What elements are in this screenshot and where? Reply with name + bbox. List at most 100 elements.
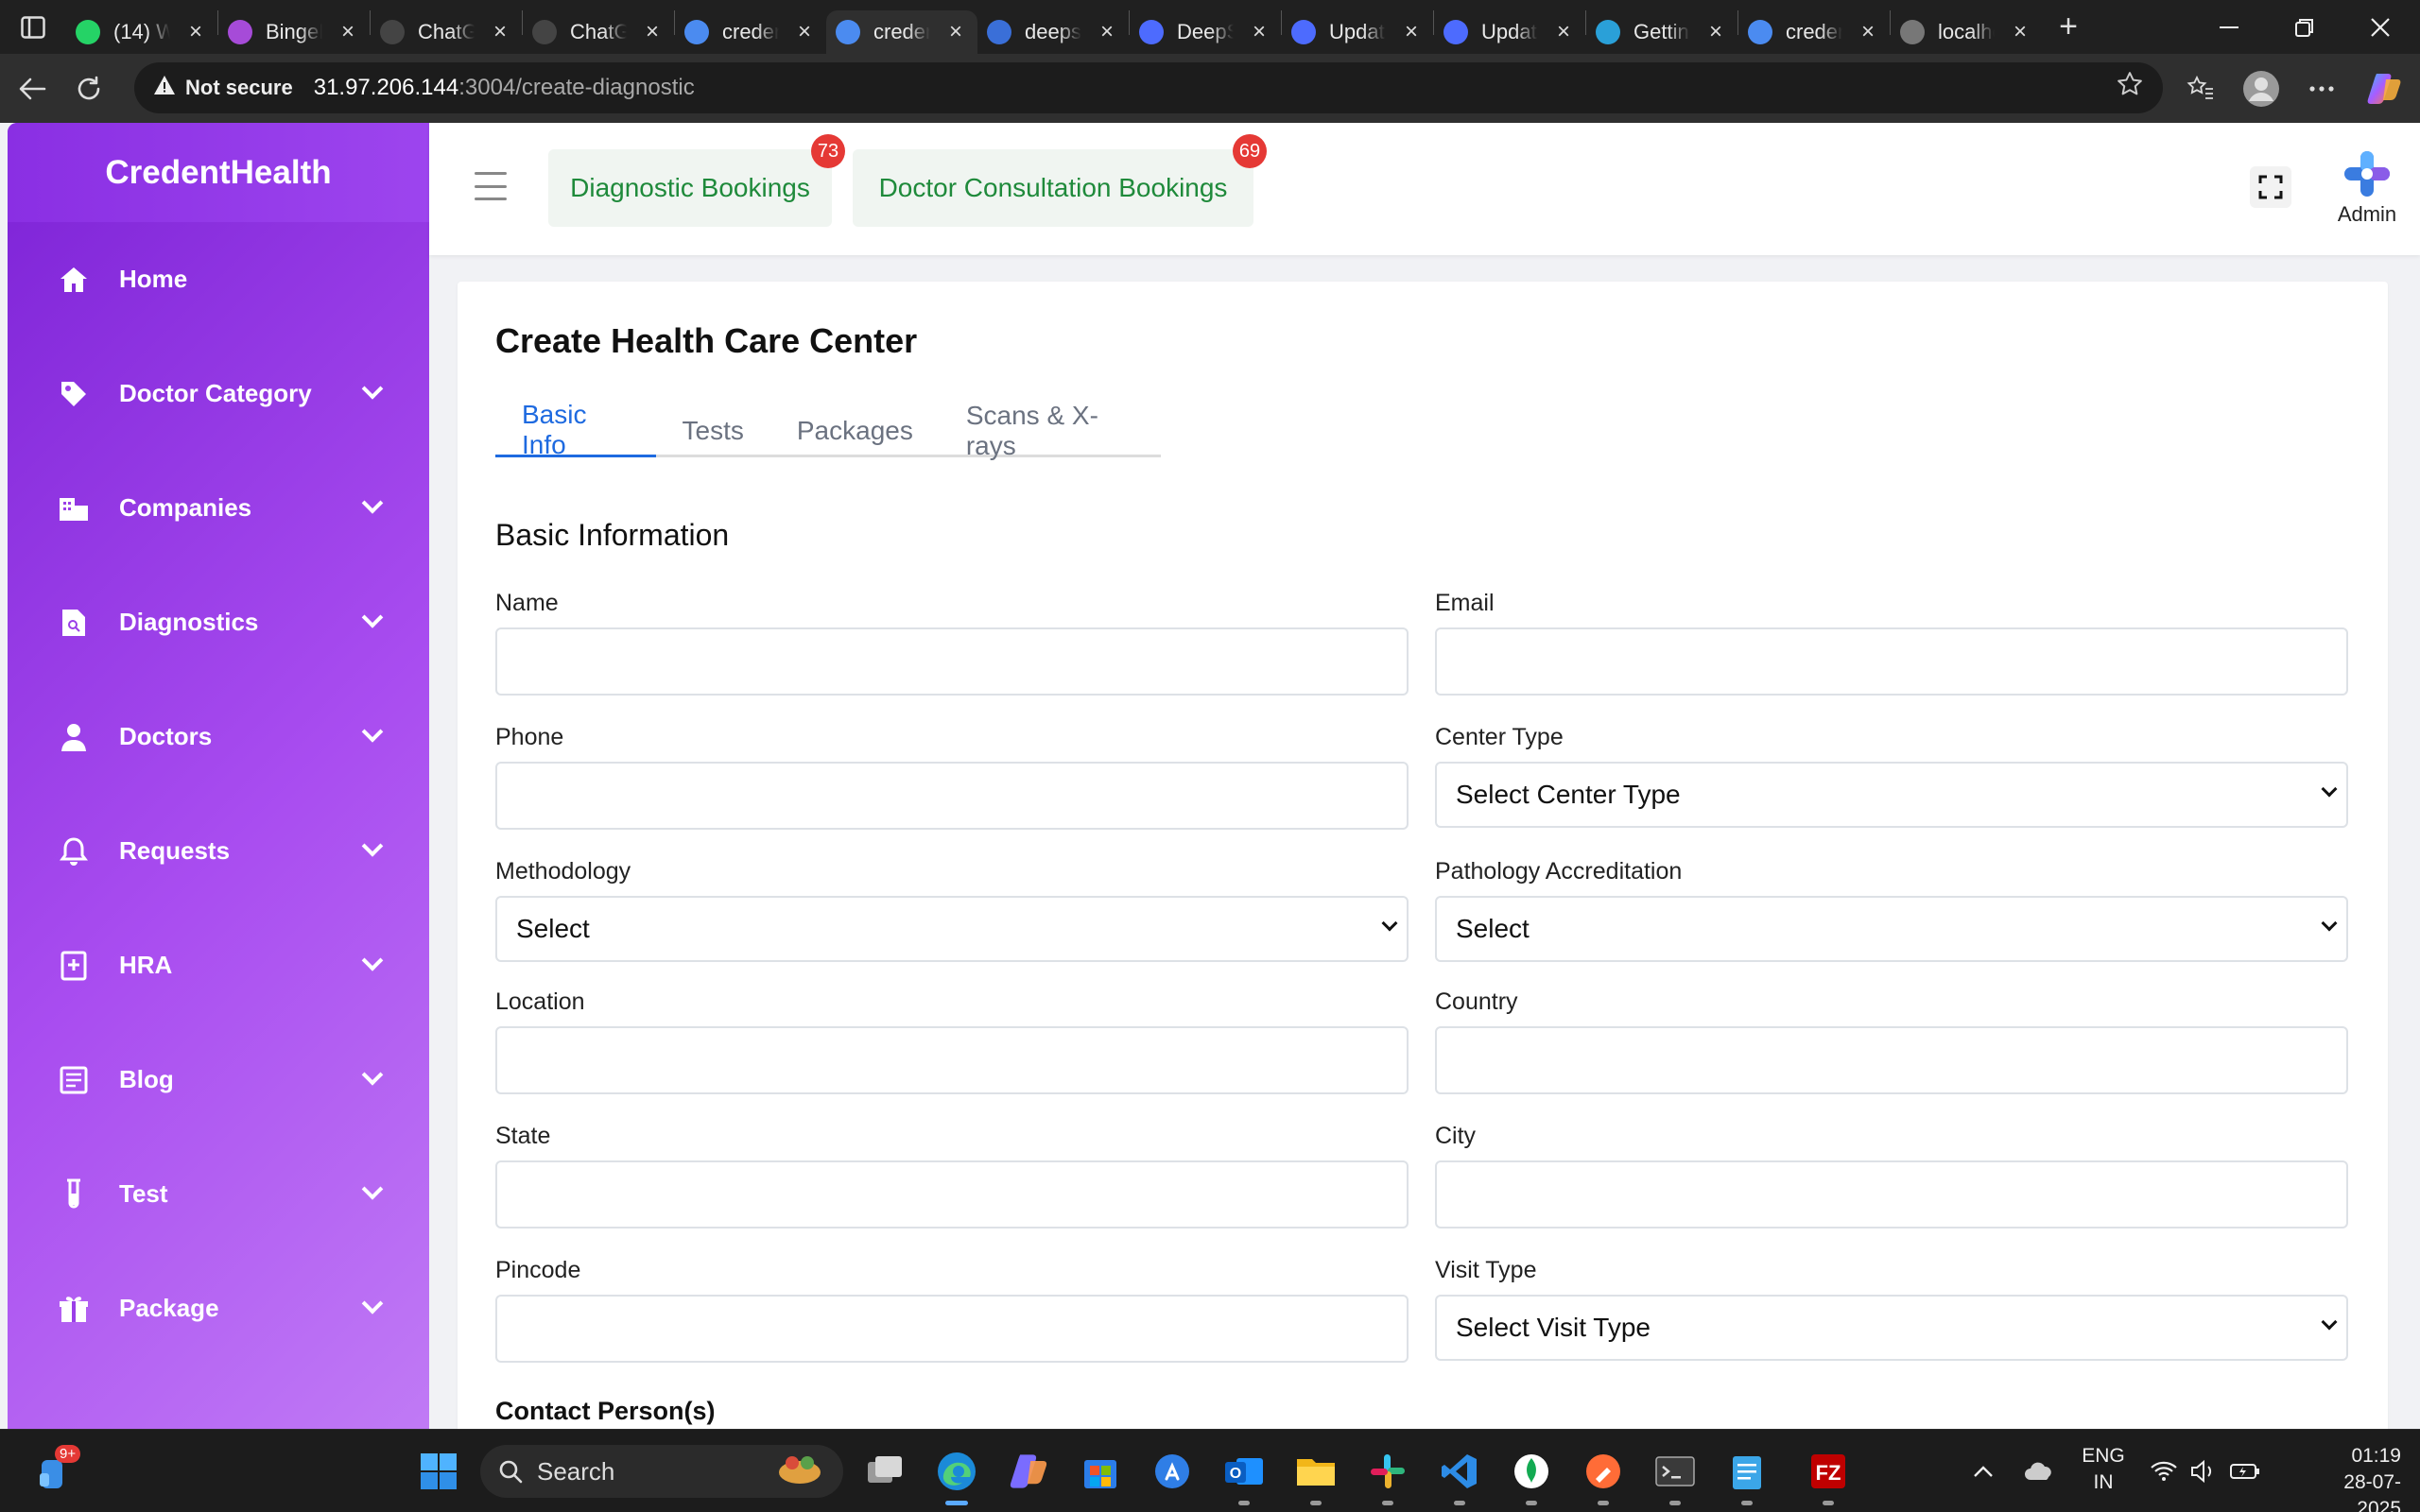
sidebar-item-blog[interactable]: Blog [8,1022,429,1137]
taskbar-search[interactable]: Search [480,1445,843,1498]
warning-icon[interactable] [153,75,176,101]
favorite-star-icon[interactable] [2116,70,2144,106]
browser-tab[interactable]: Getting × [1586,10,1737,54]
browser-tab[interactable]: Update × [1434,10,1585,54]
edge-browser-icon[interactable] [928,1443,985,1505]
postman-icon[interactable] [1575,1443,1632,1505]
close-tab-icon[interactable]: × [488,19,512,45]
methodology-select[interactable]: Select [495,896,1409,962]
hamburger-menu-icon[interactable] [475,172,507,200]
system-clock[interactable]: 01:19 28-07-2025 [2307,1443,2401,1512]
browser-tab[interactable]: BingeMail × [218,10,370,54]
close-tab-icon[interactable]: × [1247,19,1271,45]
task-view-icon[interactable] [856,1443,913,1500]
sidebar-item-package[interactable]: Package [8,1251,429,1366]
browser-tab[interactable]: ChatGPT × [371,10,522,54]
sidebar-item-home[interactable]: Home [8,222,429,336]
pathology-select[interactable]: Select [1435,896,2348,962]
close-tab-icon[interactable]: × [640,19,665,45]
browser-tab[interactable]: credent × [1738,10,1890,54]
close-window-button[interactable] [2342,0,2418,54]
center-type-select[interactable]: Select Center Type [1435,762,2348,828]
close-tab-icon[interactable]: × [1703,19,1728,45]
country-input[interactable] [1435,1026,2348,1094]
more-menu-icon[interactable] [2291,54,2352,123]
close-tab-icon[interactable]: × [943,19,968,45]
close-tab-icon[interactable]: × [2008,19,2032,45]
reload-icon[interactable] [60,54,117,123]
browser-tab[interactable]: deepseek × [977,10,1129,54]
email-input[interactable] [1435,627,2348,696]
file-explorer-icon[interactable] [1288,1443,1344,1505]
phone-input[interactable] [495,762,1409,830]
tab-tests[interactable]: Tests [656,404,770,457]
close-tab-icon[interactable]: × [1399,19,1424,45]
tab-packages[interactable]: Packages [770,404,940,457]
notepad-icon[interactable] [1719,1443,1775,1505]
browser-tab[interactable]: credent × [826,10,977,54]
copilot-icon[interactable] [2354,54,2414,123]
location-input[interactable] [495,1026,1409,1094]
filezilla-icon[interactable]: FZ [1800,1443,1857,1505]
sidebar-item-doctors[interactable]: Doctors [8,679,429,794]
diagnostic-bookings-button[interactable]: Diagnostic Bookings 73 [548,134,845,227]
close-tab-icon[interactable]: × [1856,19,1880,45]
close-tab-icon[interactable]: × [792,19,817,45]
sidebar-item-requests[interactable]: Requests [8,794,429,908]
browser-tab[interactable]: ChatGPT × [523,10,674,54]
copilot-app-icon[interactable] [1000,1443,1057,1500]
sidebar-item-hra[interactable]: HRA [8,908,429,1022]
pincode-input[interactable] [495,1295,1409,1363]
address-bar[interactable]: Not secure 31.97.206.144:3004/create-dia… [134,62,2163,113]
favorites-icon[interactable] [2170,54,2231,123]
onedrive-icon[interactable] [2023,1430,2055,1512]
close-tab-icon[interactable]: × [183,19,208,45]
brand-logo[interactable]: CredentHealth [8,123,429,222]
city-input[interactable] [1435,1160,2348,1228]
microsoft-store-icon[interactable] [1072,1443,1129,1500]
sidebar-toggle-icon[interactable] [0,0,66,54]
terminal-icon[interactable] [1647,1443,1703,1505]
name-input[interactable] [495,627,1409,696]
doctor-consultation-bookings-button[interactable]: Doctor Consultation Bookings 69 [853,134,1267,227]
restore-button[interactable] [2267,0,2342,54]
sidebar-item-doctor-category[interactable]: Doctor Category [8,336,429,451]
show-hidden-icons-icon[interactable] [1972,1430,1995,1512]
tab-scans-x-rays[interactable]: Scans & X-rays [940,401,1161,460]
tab-basic-info[interactable]: Basic Info [495,400,656,459]
browser-tab[interactable]: Update × [1282,10,1433,54]
volume-icon[interactable] [2189,1430,2218,1512]
app-store-icon[interactable] [1144,1443,1201,1500]
battery-icon[interactable] [2229,1430,2261,1512]
back-arrow-icon[interactable] [4,54,60,123]
close-tab-icon[interactable]: × [1551,19,1576,45]
vscode-icon[interactable] [1431,1443,1488,1505]
wifi-icon[interactable] [2150,1430,2178,1512]
minimize-button[interactable] [2191,0,2267,54]
close-tab-icon[interactable]: × [336,19,360,45]
language-indicator[interactable]: ENG IN [2076,1443,2131,1496]
mongodb-icon[interactable] [1503,1443,1560,1505]
fullscreen-icon[interactable] [2250,166,2291,208]
chatgpt-icon [380,20,405,44]
sidebar-item-companies[interactable]: Companies [8,451,429,565]
close-tab-icon[interactable]: × [1095,19,1119,45]
pathology-label: Pathology Accreditation [1435,858,1683,885]
visit-type-select[interactable]: Select Visit Type [1435,1295,2348,1361]
slack-icon[interactable] [1359,1443,1416,1505]
state-input[interactable] [495,1160,1409,1228]
outlook-icon[interactable]: O [1216,1443,1272,1505]
new-tab-button[interactable]: + [2042,0,2095,54]
windows-start-icon[interactable] [410,1443,467,1500]
security-label[interactable]: Not secure [185,76,293,100]
admin-profile[interactable]: Admin [2320,149,2414,227]
browser-tab[interactable]: (14) WhatsApp × [66,10,217,54]
profile-avatar[interactable] [2231,54,2291,123]
sidebar-item-test[interactable]: Test [8,1137,429,1251]
browser-tab[interactable]: credent × [675,10,826,54]
browser-tab[interactable]: DeepSeek × [1130,10,1281,54]
browser-tab[interactable]: localhost × [1891,10,2042,54]
sidebar: CredentHealth Home Doctor Category Compani… [8,123,429,1429]
sidebar-item-diagnostics[interactable]: Diagnostics [8,565,429,679]
widgets-icon[interactable]: 9+ [26,1443,83,1500]
